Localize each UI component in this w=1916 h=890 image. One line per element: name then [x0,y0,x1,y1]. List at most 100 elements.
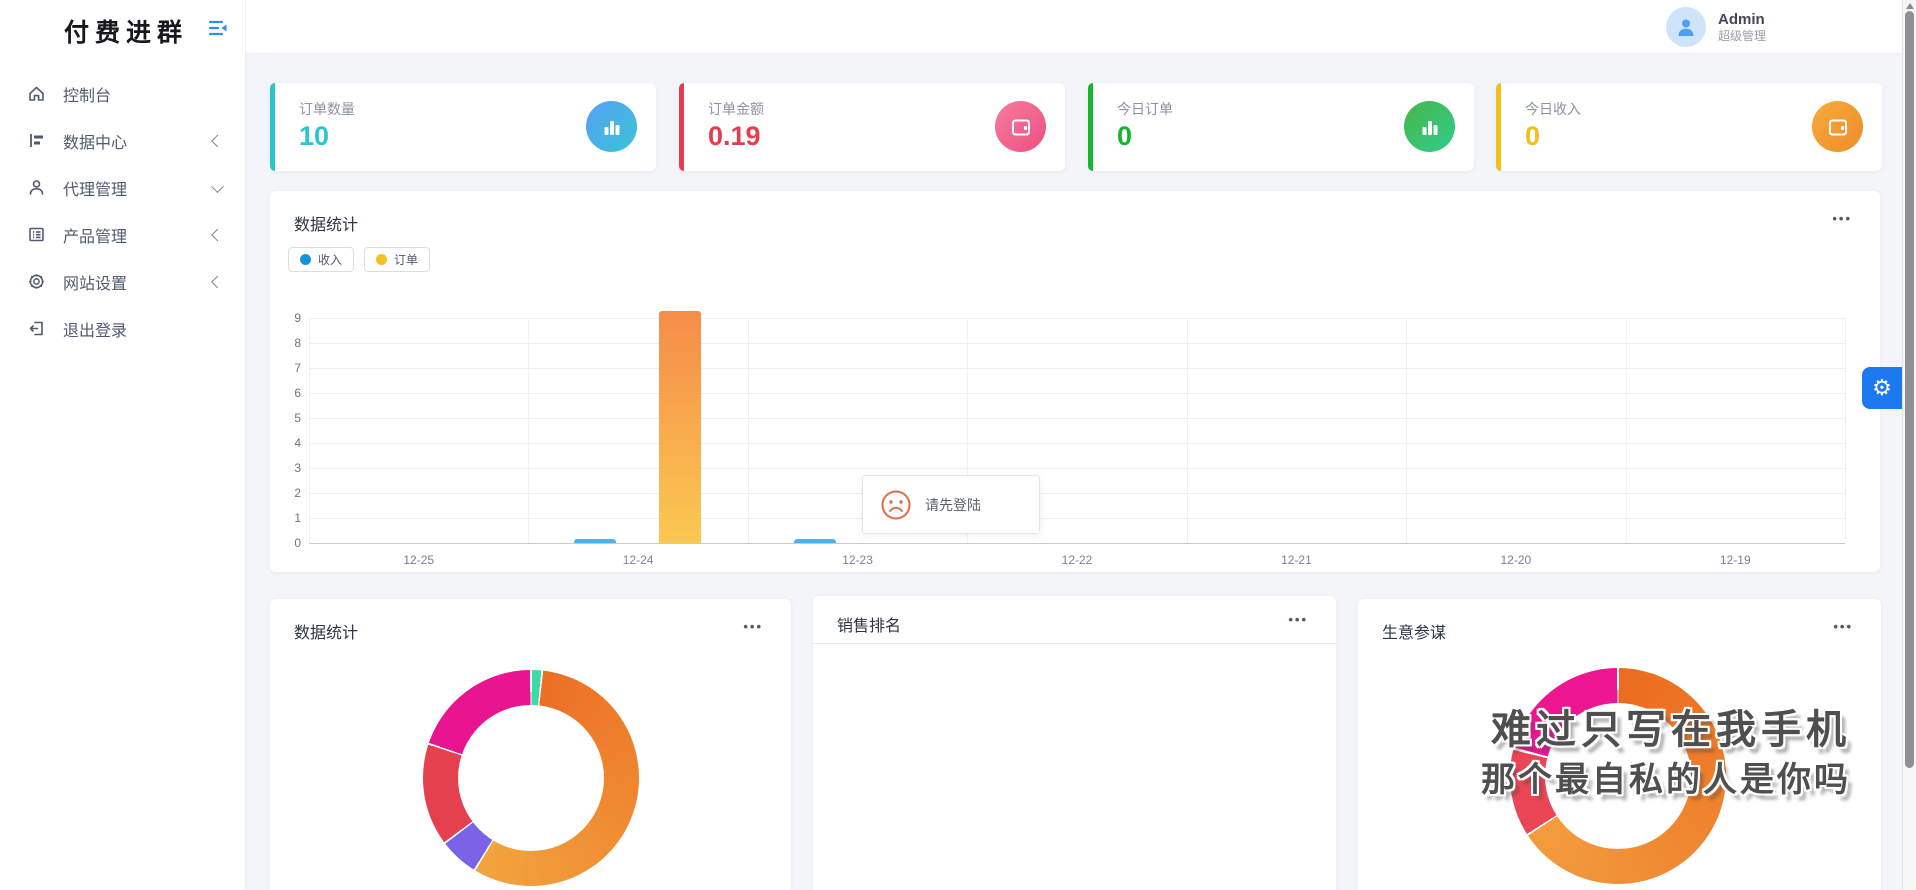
legend-label: 订单 [394,251,418,268]
gridline [528,318,529,543]
sidebar-item-label: 代理管理 [63,176,127,200]
bar-chart-icon [586,101,637,152]
sidebar-item-agents[interactable]: 代理管理 [0,164,246,211]
stat-label: 今日订单 [1117,99,1173,119]
card-menu-ellipsis-icon[interactable]: ••• [1833,619,1853,634]
card-menu-ellipsis-icon[interactable]: ••• [743,619,763,634]
bar-chart-plot[interactable]: 012345678912-2512-2412-2312-2212-2112-20… [309,318,1845,543]
sidebar-item-console[interactable]: 控制台 [0,70,246,117]
admin-name: Admin [1718,11,1766,29]
chevron-left-icon [211,134,224,147]
chevron-down-icon [211,180,224,193]
card-menu-ellipsis-icon[interactable]: ••• [1832,211,1852,226]
bar-收入-12-24[interactable] [574,539,616,543]
scrollbar-thumb[interactable] [1905,11,1914,768]
sidebar-menu: 控制台 数据中心 代理管理 [0,70,246,352]
x-axis-tick: 12-23 [818,553,898,567]
y-axis-tick: 1 [275,511,301,525]
chevron-left-icon [211,228,224,241]
subtitle-overlay-line1: 难过只写在我手机 [1491,697,1851,755]
menu-fold-icon[interactable] [207,17,229,39]
gridline [1626,318,1627,543]
business-advisor-card: 生意参谋 ••• 难过只写在我手机 那个最自私的人是你吗 [1358,599,1881,890]
donut-hole [458,705,604,851]
y-axis-tick: 4 [275,436,301,450]
card-title: 销售排名 [837,612,901,636]
stat-value: 0.19 [708,121,761,152]
data-statistics-donut-card: 数据统计 ••• [270,599,791,890]
chart-legend: 收入 订单 [288,247,430,272]
y-axis-tick: 8 [275,336,301,350]
card-title: 数据统计 [294,211,358,235]
gridline [1406,318,1407,543]
divider [813,643,1336,644]
sidebar-item-logout[interactable]: 退出登录 [0,305,246,352]
bar-订单-12-24[interactable] [659,311,701,544]
admin-role: 超级管理 [1718,29,1766,44]
data-statistics-donut-chart[interactable] [423,670,639,886]
product-icon [27,225,46,244]
sidebar-item-label: 控制台 [63,82,111,106]
stat-value: 0 [1525,121,1540,152]
legend-dot-orders [376,254,387,265]
bar-收入-12-23[interactable] [794,539,836,543]
sidebar-item-label: 网站设置 [63,270,127,294]
sidebar-item-site-settings[interactable]: 网站设置 [0,258,246,305]
data-statistics-chart-card: 数据统计 ••• 收入 订单 012345678912-2512-2412-23… [270,191,1880,572]
page-scrollbar[interactable] [1902,0,1916,890]
home-icon [27,84,46,103]
card-title: 生意参谋 [1382,619,1446,643]
gridline [1845,318,1846,543]
avatar [1666,7,1706,47]
gridline [309,368,1845,369]
gridline [309,468,1845,469]
subtitle-overlay-line2: 那个最自私的人是你吗 [1481,752,1851,801]
legend-item-orders[interactable]: 订单 [364,247,430,272]
legend-label: 收入 [318,251,342,268]
stat-card-order-count: 订单数量 10 [270,83,656,171]
gridline [1187,318,1188,543]
sidebar-item-label: 产品管理 [63,223,127,247]
login-required-tooltip: 请先登陆 [862,475,1040,534]
logout-icon [27,319,46,338]
bar-chart-icon [1404,101,1455,152]
y-axis-tick: 0 [275,536,301,550]
x-axis-tick: 12-25 [379,553,459,567]
gridline [309,518,1845,519]
logo-row: 付费进群 [0,0,246,54]
sidebar-item-data-center[interactable]: 数据中心 [0,117,246,164]
card-title: 数据统计 [294,619,358,643]
gridline [748,318,749,543]
gridline [309,318,1845,319]
stat-label: 今日收入 [1525,99,1581,119]
sidebar: 付费进群 控制台 数据 [0,0,246,890]
sad-face-icon [880,489,912,521]
stat-card-today-income: 今日收入 0 [1496,83,1882,171]
x-axis-tick: 12-22 [1037,553,1117,567]
gear-icon [27,272,46,291]
stat-label: 订单数量 [299,99,355,119]
stat-value: 10 [299,121,329,152]
legend-item-income[interactable]: 收入 [288,247,354,272]
y-axis-tick: 9 [275,311,301,325]
stat-value: 0 [1117,121,1132,152]
y-axis-tick: 5 [275,411,301,425]
sidebar-item-label: 数据中心 [63,129,127,153]
legend-dot-income [300,254,311,265]
gridline [309,318,310,543]
scroll-up-arrow-icon[interactable] [1906,3,1914,9]
wallet-icon [995,101,1046,152]
sidebar-item-label: 退出登录 [63,317,127,341]
stat-card-order-amount: 订单金额 0.19 [679,83,1065,171]
gridline [309,393,1845,394]
sidebar-item-products[interactable]: 产品管理 [0,211,246,258]
app-logo: 付费进群 [64,13,188,49]
card-menu-ellipsis-icon[interactable]: ••• [1288,612,1308,627]
gridline [309,493,1845,494]
admin-menu[interactable]: Admin 超级管理 [1666,7,1766,47]
gridline [309,443,1845,444]
theme-settings-button[interactable]: ⚙ [1862,367,1902,409]
stat-card-today-orders: 今日订单 0 [1088,83,1474,171]
x-axis-tick: 12-24 [598,553,678,567]
y-axis-tick: 7 [275,361,301,375]
